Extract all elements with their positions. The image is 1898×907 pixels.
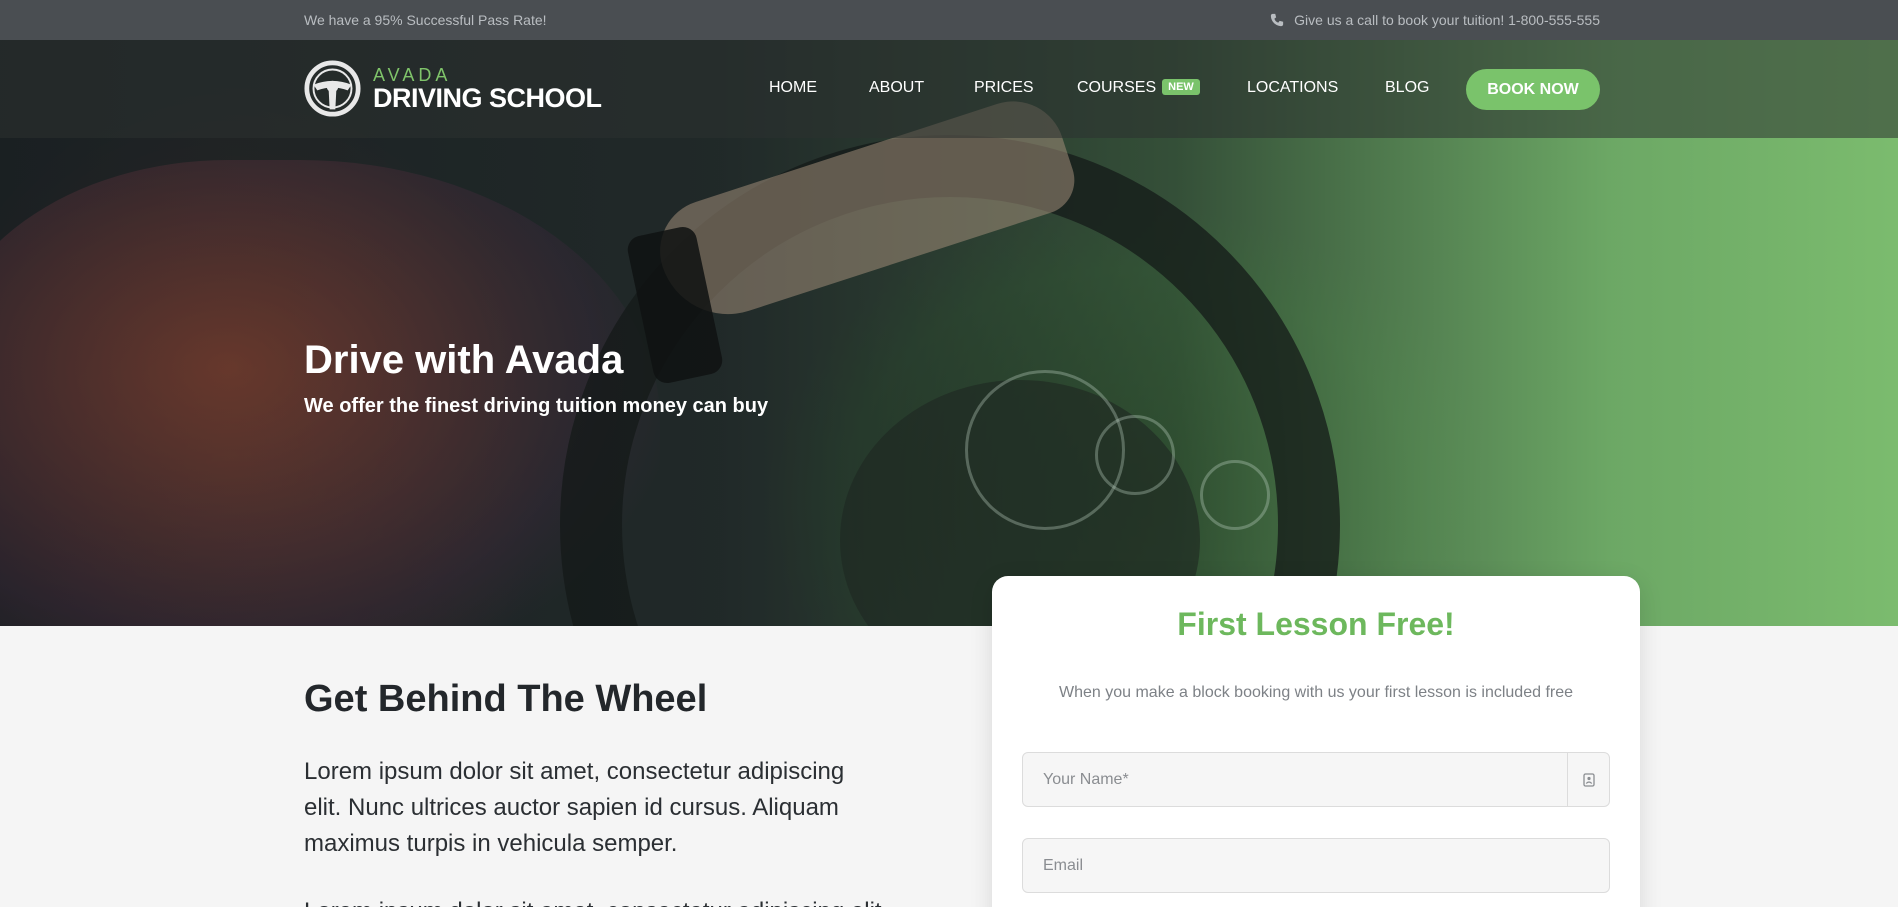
hero-image-gauge xyxy=(1095,415,1175,495)
nav-item-home[interactable]: HOME xyxy=(769,79,817,97)
hero-image-gauge xyxy=(1200,460,1270,530)
book-now-button[interactable]: BOOK NOW xyxy=(1466,69,1600,110)
call-info: Give us a call to book your tuition! 1-8… xyxy=(1270,12,1600,28)
top-bar: We have a 95% Successful Pass Rate! Give… xyxy=(0,0,1898,40)
card-subtitle: When you make a block booking with us yo… xyxy=(1058,684,1574,701)
section-title: Get Behind The Wheel xyxy=(304,678,708,720)
free-lesson-card: First Lesson Free! When you make a block… xyxy=(992,576,1640,907)
pass-rate-text: We have a 95% Successful Pass Rate! xyxy=(304,12,547,28)
section-paragraph-2: Lorem ipsum dolor sit amet, consectetur … xyxy=(304,894,884,907)
hero-subtitle: We offer the finest driving tuition mone… xyxy=(304,395,769,417)
card-title: First Lesson Free! xyxy=(1177,606,1455,642)
logo-text: AVADA DRIVING SCHOOL xyxy=(373,66,602,112)
contact-card-icon xyxy=(1567,753,1609,806)
hero-title: Drive with Avada xyxy=(304,338,624,382)
nav-item-courses-label: COURSES xyxy=(1077,79,1157,96)
email-input[interactable] xyxy=(1023,839,1609,892)
nav-item-prices[interactable]: PRICES xyxy=(974,79,1034,97)
site-logo[interactable]: AVADA DRIVING SCHOOL xyxy=(304,60,602,117)
email-field xyxy=(1022,838,1610,893)
nav-item-blog[interactable]: BLOG xyxy=(1385,79,1429,97)
logo-small-text: AVADA xyxy=(373,64,452,85)
name-input[interactable] xyxy=(1023,753,1609,806)
new-badge: NEW xyxy=(1162,79,1200,95)
steering-wheel-icon xyxy=(304,60,361,117)
site-header xyxy=(0,40,1898,138)
name-field xyxy=(1022,752,1610,807)
logo-big-text: DRIVING SCHOOL xyxy=(373,82,602,113)
nav-item-courses[interactable]: COURSES NEW xyxy=(1077,79,1200,97)
section-paragraph: Lorem ipsum dolor sit amet, consectetur … xyxy=(304,758,845,857)
nav-item-about[interactable]: ABOUT xyxy=(869,79,924,97)
call-text: Give us a call to book your tuition! 1-8… xyxy=(1294,12,1600,28)
phone-icon xyxy=(1271,13,1284,27)
nav-item-locations[interactable]: LOCATIONS xyxy=(1247,79,1338,97)
